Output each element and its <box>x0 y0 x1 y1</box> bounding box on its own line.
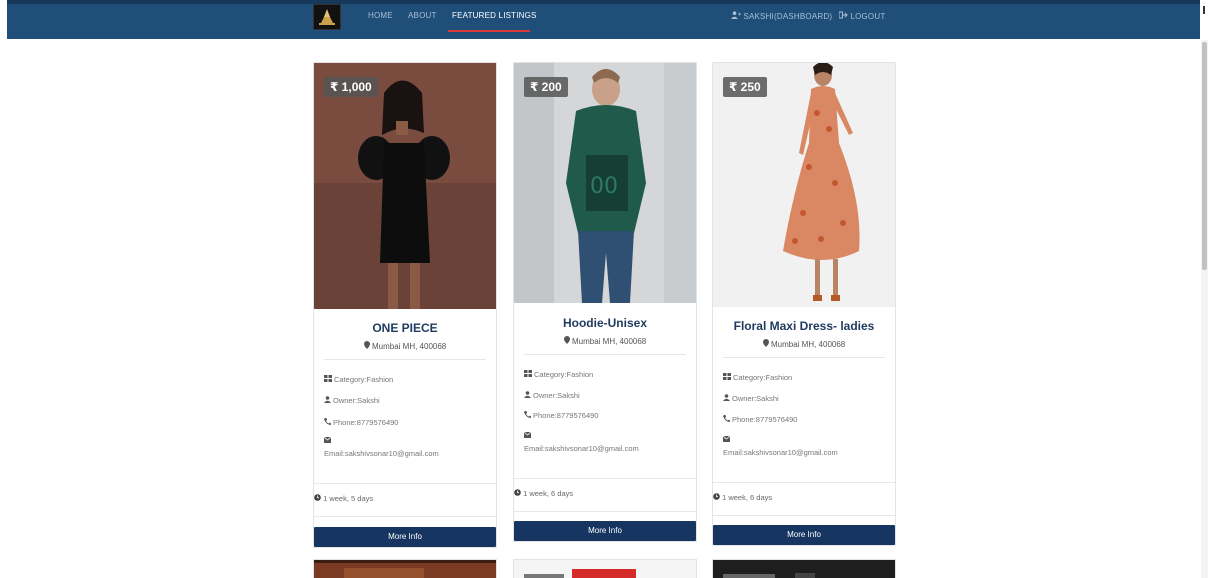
clock-icon <box>314 494 321 503</box>
nav-about-link[interactable]: ABOUT <box>408 11 437 20</box>
owner-text: Owner:Sakshi <box>533 391 580 400</box>
nav-home-link[interactable]: HOME <box>368 11 393 20</box>
phone-row: Phone:8779576490 <box>324 418 398 427</box>
more-info-button[interactable]: More Info <box>314 527 496 547</box>
user-plus-icon <box>731 11 743 21</box>
divider <box>524 354 686 355</box>
listing-title[interactable]: Hoodie-Unisex <box>514 316 696 330</box>
listing-location: Mumbai MH, 400068 <box>314 341 496 351</box>
divider <box>314 483 496 484</box>
user-icon <box>324 396 331 405</box>
category-row: Category:Fashion <box>723 373 792 382</box>
divider <box>314 516 496 517</box>
phone-row: Phone:8779576490 <box>723 415 797 424</box>
listing-location: Mumbai MH, 400068 <box>713 339 895 349</box>
price-badge: ₹ 200 <box>524 77 568 97</box>
listing-card-peek[interactable] <box>313 559 497 578</box>
logout-label: LOGOUT <box>850 12 886 21</box>
category-text: Category:Fashion <box>733 373 793 382</box>
time-text: 1 week, 6 days <box>523 489 574 498</box>
email-text: Email:sakshivsonar10@gmail.com <box>524 444 639 453</box>
dashboard-label: SAKSHI(DASHBOARD) <box>743 12 833 21</box>
email-text: Email:sakshivsonar10@gmail.com <box>723 448 838 457</box>
listing-location: Mumbai MH, 400068 <box>514 336 696 346</box>
user-icon <box>723 394 730 403</box>
envelope-icon <box>323 436 332 445</box>
divider <box>514 478 696 479</box>
divider <box>713 482 895 483</box>
phone-icon <box>324 418 331 427</box>
listing-card-peek[interactable] <box>712 559 896 578</box>
scrollbar-thumb[interactable] <box>1202 42 1207 270</box>
envelope-icon <box>722 435 731 444</box>
category-text: Category:Fashion <box>334 375 394 384</box>
time-row: 1 week, 6 days <box>514 489 573 498</box>
dashboard-link[interactable]: SAKSHI(DASHBOARD) <box>731 11 832 21</box>
map-marker-icon <box>762 339 771 349</box>
listing-card-peek[interactable] <box>513 559 697 578</box>
phone-icon <box>723 415 730 424</box>
divider <box>324 359 486 360</box>
logo-icon[interactable] <box>313 4 341 30</box>
price-badge: ₹ 1,000 <box>324 77 378 97</box>
clock-icon <box>514 489 521 498</box>
category-row: Category:Fashion <box>324 375 393 384</box>
phone-text: Phone:8779576490 <box>333 418 399 427</box>
time-row: 1 week, 6 days <box>713 493 772 502</box>
window-edge-mark <box>1203 6 1205 14</box>
divider <box>514 511 696 512</box>
owner-row: Owner:Sakshi <box>324 396 380 405</box>
email-text: Email:sakshivsonar10@gmail.com <box>324 449 439 458</box>
owner-text: Owner:Sakshi <box>732 394 779 403</box>
envelope-icon <box>523 431 532 440</box>
category-text: Category:Fashion <box>534 370 594 379</box>
time-text: 1 week, 6 days <box>722 493 773 502</box>
more-info-button[interactable]: More Info <box>514 521 696 541</box>
phone-icon <box>524 411 531 420</box>
owner-row: Owner:Sakshi <box>524 391 580 400</box>
price-badge: ₹ 250 <box>723 77 767 97</box>
listing-card: ₹ 250 Floral Maxi Dress- ladies Mumbai M… <box>712 62 896 546</box>
listing-title[interactable]: Floral Maxi Dress- ladies <box>713 319 895 333</box>
grid-icon <box>324 375 332 384</box>
location-text: Mumbai MH, 400068 <box>371 342 447 351</box>
listing-image[interactable]: ₹ 1,000 <box>314 63 496 309</box>
owner-row: Owner:Sakshi <box>723 394 779 403</box>
time-text: 1 week, 5 days <box>323 494 374 503</box>
navbar <box>7 0 1200 39</box>
user-icon <box>524 391 531 400</box>
grid-icon <box>524 370 532 379</box>
active-tab-indicator <box>448 30 530 32</box>
listing-image[interactable]: ₹ 250 <box>713 63 895 307</box>
listing-image[interactable]: 00 ₹ 200 <box>514 63 696 303</box>
listing-card: ₹ 1,000 ONE PIECE Mumbai MH, 400068 Cate… <box>313 62 497 548</box>
map-marker-icon <box>563 336 572 346</box>
phone-row: Phone:8779576490 <box>524 411 598 420</box>
owner-text: Owner:Sakshi <box>333 396 380 405</box>
svg-text:00: 00 <box>590 174 618 199</box>
clock-icon <box>713 493 720 502</box>
divider <box>723 357 885 358</box>
more-info-button[interactable]: More Info <box>713 525 895 545</box>
sign-out-icon <box>838 11 850 21</box>
listing-title[interactable]: ONE PIECE <box>314 321 496 335</box>
map-marker-icon <box>363 341 372 351</box>
divider <box>713 515 895 516</box>
time-row: 1 week, 5 days <box>314 494 373 503</box>
grid-icon <box>723 373 731 382</box>
logout-link[interactable]: LOGOUT <box>838 11 886 21</box>
phone-text: Phone:8779576490 <box>732 415 798 424</box>
location-text: Mumbai MH, 400068 <box>770 340 846 349</box>
category-row: Category:Fashion <box>524 370 593 379</box>
listing-card: 00 ₹ 200 Hoodie-Unisex Mumbai MH, 400068… <box>513 62 697 542</box>
location-text: Mumbai MH, 400068 <box>571 337 647 346</box>
phone-text: Phone:8779576490 <box>533 411 599 420</box>
nav-featured-link[interactable]: FEATURED LISTINGS <box>452 11 537 20</box>
